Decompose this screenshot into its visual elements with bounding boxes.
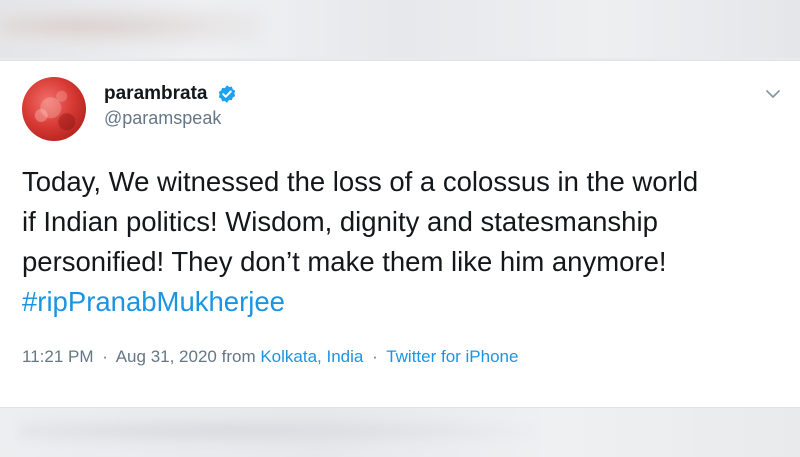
tweet-text: Today, We witnessed the loss of a coloss… (22, 162, 792, 322)
from-label: from (221, 347, 256, 366)
avatar-image (22, 77, 86, 141)
source-link[interactable]: Twitter for iPhone (386, 347, 518, 366)
separator-dot: · (372, 347, 378, 366)
hashtag-link[interactable]: #ripPranabMukherjee (22, 286, 285, 317)
location-link[interactable]: Kolkata, India (260, 347, 363, 366)
chevron-down-icon (766, 90, 780, 98)
blurred-background-shape (20, 418, 540, 444)
tweet-text-line: Today, We witnessed the loss of a coloss… (22, 166, 699, 197)
tweet-text-line: if Indian politics! Wisdom, dignity and … (22, 206, 658, 237)
avatar[interactable] (22, 77, 86, 141)
author-info: parambrata @paramspeak (104, 83, 237, 129)
separator-dot: · (102, 347, 108, 366)
verified-badge-icon (217, 84, 237, 104)
tweet-card: parambrata @paramspeak Today, We witness… (0, 60, 800, 408)
tweet-text-line: personified! They don’t make them like h… (22, 246, 667, 277)
blurred-background-shape (0, 6, 260, 46)
tweet-date[interactable]: Aug 31, 2020 (116, 347, 217, 366)
display-name[interactable]: parambrata (104, 83, 208, 105)
tweet-metadata: 11:21 PM · Aug 31, 2020 from Kolkata, In… (22, 347, 518, 367)
user-handle[interactable]: @paramspeak (104, 108, 237, 129)
tweet-time[interactable]: 11:21 PM (22, 347, 94, 366)
more-options-button[interactable] (764, 85, 782, 103)
